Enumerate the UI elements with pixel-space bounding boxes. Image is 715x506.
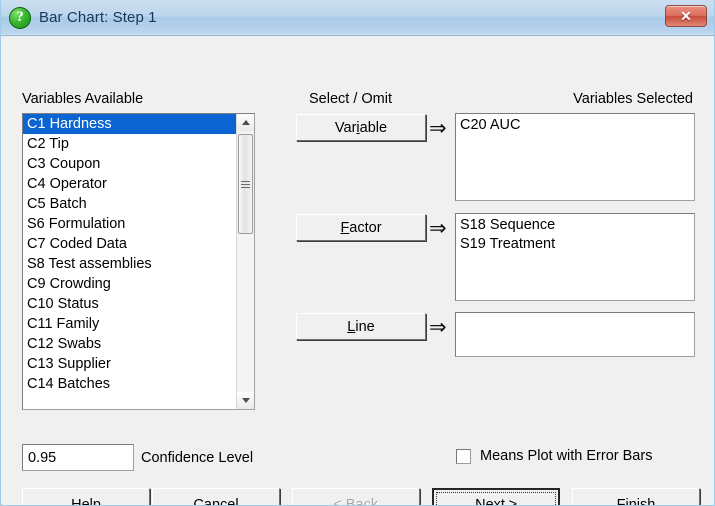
- back-button: ≤ Back: [292, 488, 420, 506]
- select-omit-label: Select / Omit: [309, 91, 392, 107]
- line-button-label: Line: [347, 318, 375, 335]
- factor-button[interactable]: Factor: [296, 214, 426, 241]
- list-item[interactable]: C2 Tip: [23, 134, 236, 154]
- close-button[interactable]: ✕: [665, 5, 707, 27]
- variables-list-scrollbar[interactable]: [236, 114, 254, 409]
- line-selected-box[interactable]: [455, 312, 695, 357]
- arrow-right-icon-line: ⇒: [429, 315, 447, 339]
- line-button[interactable]: Line: [296, 313, 426, 340]
- list-item[interactable]: C3 Coupon: [23, 154, 236, 174]
- list-item[interactable]: C13 Supplier: [23, 354, 236, 374]
- factor-selected-box[interactable]: S18 Sequence S19 Treatment: [455, 213, 695, 301]
- variables-available-list-viewport: C1 Hardness C2 Tip C3 Coupon C4 Operator…: [23, 114, 236, 409]
- scroll-down-button[interactable]: [237, 392, 254, 409]
- arrow-right-icon-variable: ⇒: [429, 116, 447, 140]
- cancel-button[interactable]: Cancel: [152, 488, 280, 506]
- list-item[interactable]: C5 Batch: [23, 194, 236, 214]
- list-item[interactable]: S18 Sequence: [460, 216, 694, 235]
- title-bar: ? Bar Chart: Step 1 ✕: [1, 0, 714, 36]
- list-item[interactable]: S8 Test assemblies: [23, 254, 236, 274]
- variable-button[interactable]: Variable: [296, 114, 426, 141]
- list-item[interactable]: S6 Formulation: [23, 214, 236, 234]
- list-item[interactable]: S19 Treatment: [460, 235, 694, 254]
- grip-icon: [241, 180, 250, 188]
- means-plot-checkbox-row[interactable]: Means Plot with Error Bars: [456, 448, 652, 464]
- close-icon: ✕: [680, 8, 692, 24]
- list-item[interactable]: C11 Family: [23, 314, 236, 334]
- list-item[interactable]: C20 AUC: [460, 116, 694, 135]
- means-plot-checkbox[interactable]: [456, 448, 471, 464]
- scroll-up-button[interactable]: [237, 114, 254, 131]
- next-button[interactable]: Next ≥: [432, 488, 560, 506]
- variables-available-label: Variables Available: [22, 91, 144, 107]
- factor-button-label: Factor: [340, 219, 382, 236]
- dialog-body: Variables Available C1 Hardness C2 Tip C…: [1, 36, 714, 506]
- finish-button[interactable]: Finish: [572, 488, 700, 506]
- next-button-label: Next ≥: [475, 496, 517, 506]
- variables-selected-label: Variables Selected: [573, 91, 693, 107]
- help-button-label: Help: [71, 496, 101, 506]
- variables-selected-box[interactable]: C20 AUC: [455, 113, 695, 201]
- list-item[interactable]: C12 Swabs: [23, 334, 236, 354]
- list-item[interactable]: C10 Status: [23, 294, 236, 314]
- confidence-level-input[interactable]: [22, 444, 134, 471]
- chevron-up-icon: [241, 120, 250, 125]
- list-item[interactable]: C14 Batches: [23, 374, 236, 394]
- means-plot-label: Means Plot with Error Bars: [480, 448, 653, 464]
- finish-button-label: Finish: [616, 496, 656, 506]
- help-question-icon: ?: [9, 6, 31, 29]
- scrollbar-thumb[interactable]: [238, 134, 253, 234]
- cancel-button-label: Cancel: [193, 496, 239, 506]
- arrow-right-icon-factor: ⇒: [429, 216, 447, 240]
- bar-chart-wizard-window: ? Bar Chart: Step 1 ✕ Variables Availabl…: [0, 0, 715, 506]
- variable-button-label: Variable: [334, 119, 388, 136]
- chevron-down-icon: [241, 398, 250, 403]
- confidence-level-label: Confidence Level: [141, 450, 254, 466]
- list-item[interactable]: C9 Crowding: [23, 274, 236, 294]
- help-button[interactable]: Help: [22, 488, 150, 506]
- back-button-label: ≤ Back: [333, 496, 379, 506]
- list-item[interactable]: C4 Operator: [23, 174, 236, 194]
- variables-available-list[interactable]: C1 Hardness C2 Tip C3 Coupon C4 Operator…: [22, 113, 255, 410]
- window-title: Bar Chart: Step 1: [39, 9, 157, 26]
- list-item[interactable]: C7 Coded Data: [23, 234, 236, 254]
- list-item[interactable]: C1 Hardness: [23, 114, 236, 134]
